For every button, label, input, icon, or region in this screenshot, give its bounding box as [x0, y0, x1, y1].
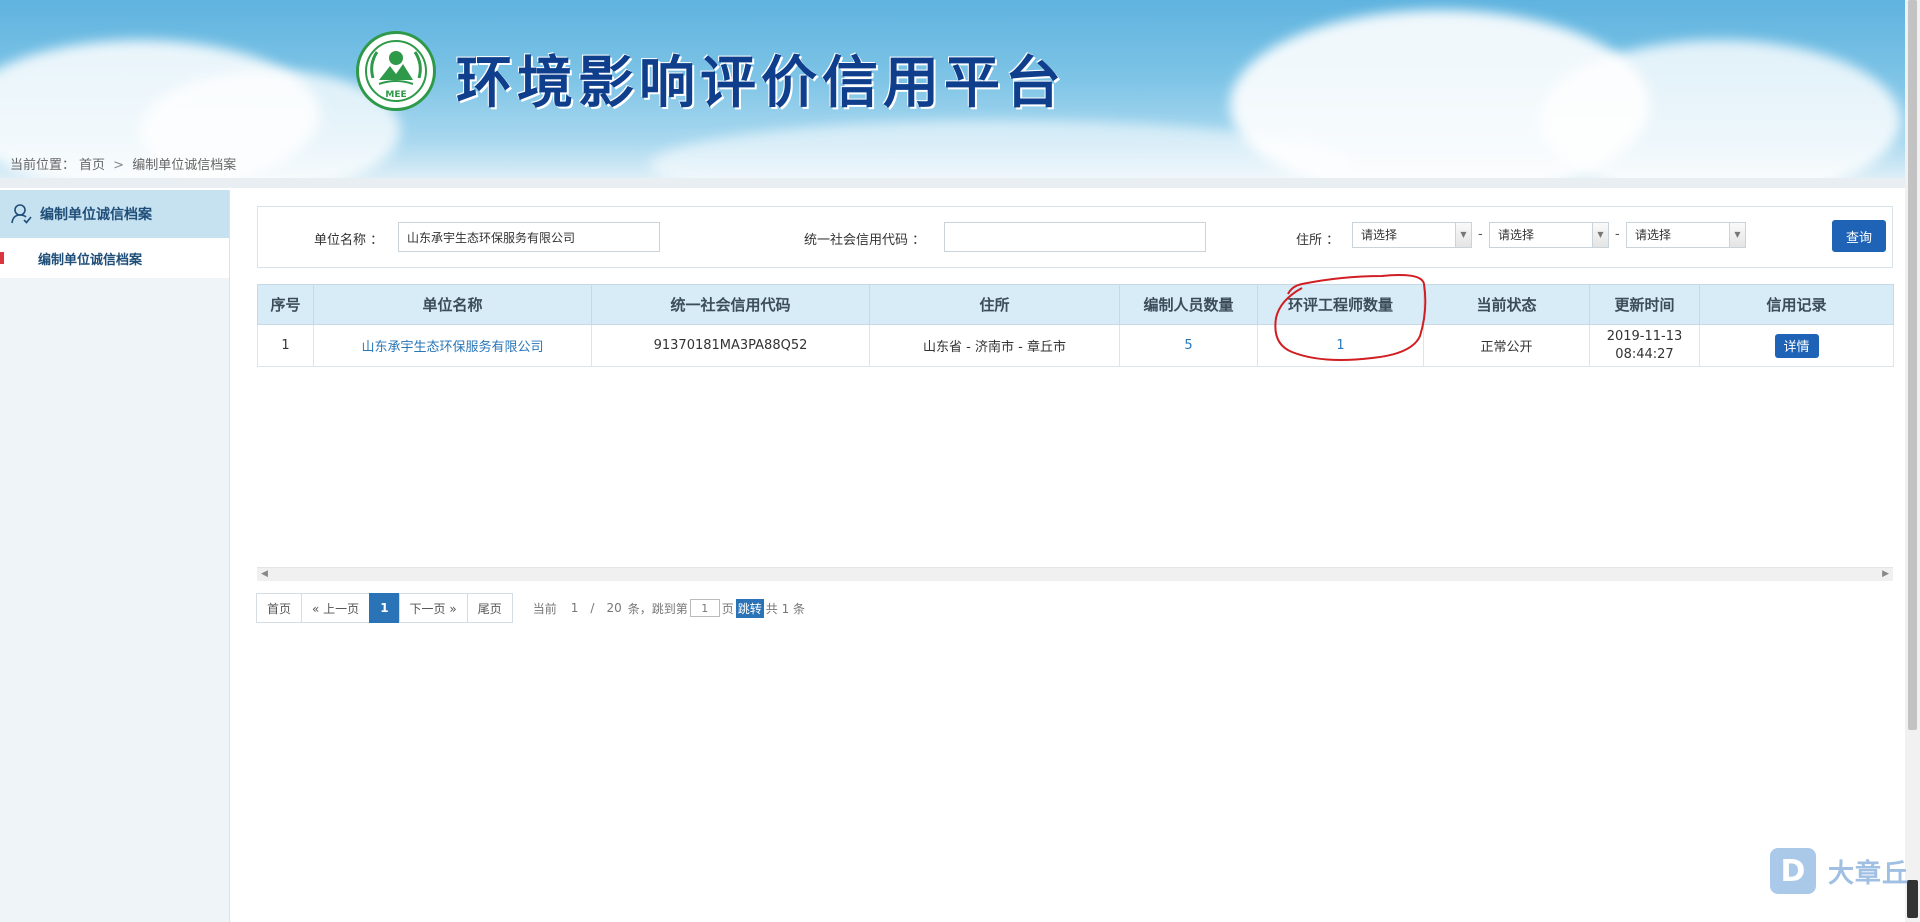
column-header-staff-count: 编制人员数量	[1119, 284, 1258, 325]
sidebar-item-label: 编制单位诚信档案	[38, 252, 143, 268]
vertical-scrollbar[interactable]	[1905, 0, 1920, 922]
page-unit: 页	[721, 601, 734, 616]
watermark-logo-icon: D	[1770, 848, 1816, 894]
results-table: 序号 单位名称 统一社会信用代码 住所 编制人员数量 环评工程师数量 当前状态 …	[257, 284, 1894, 367]
next-page-button[interactable]: 下一页 »	[398, 593, 468, 623]
watermark: D 大章丘	[1770, 848, 1909, 894]
last-page-button[interactable]: 尾页	[466, 593, 513, 623]
prev-page-button[interactable]: « 上一页	[301, 593, 371, 623]
district-select-value: 请选择	[1635, 228, 1672, 242]
province-select[interactable]: 请选择 ▼	[1352, 222, 1472, 248]
pagination-info: 当前 1 / 20 条，跳到第 页 跳转 共 1 条	[532, 598, 806, 618]
city-select[interactable]: 请选择 ▼	[1489, 222, 1609, 248]
page-number-button[interactable]: 1	[369, 593, 400, 623]
province-select-value: 请选择	[1361, 228, 1398, 242]
svg-text:MEE: MEE	[385, 90, 406, 100]
city-select-value: 请选择	[1498, 228, 1535, 242]
scroll-left-arrow-icon[interactable]: ◀	[261, 569, 268, 579]
unit-name-label: 单位名称 ：	[314, 233, 384, 248]
column-header-update-time: 更新时间	[1589, 284, 1700, 325]
current-label: 当前	[532, 601, 557, 616]
user-icon	[11, 204, 32, 224]
chevron-down-icon: ▼	[1592, 223, 1608, 247]
update-date: 2019-11-13	[1606, 328, 1683, 344]
page-size-value: 20	[606, 601, 622, 615]
column-header-index: 序号	[257, 284, 314, 325]
mee-logo: MEE	[356, 31, 436, 111]
breadcrumb: 当前位置： 首页 > 编制单位诚信档案	[10, 154, 240, 173]
sidebar: 编制单位诚信档案 编制单位诚信档案	[0, 190, 230, 922]
cell-index: 1	[257, 324, 314, 367]
jump-text: 条，跳到第	[627, 601, 688, 616]
chevron-down-icon: ▼	[1729, 223, 1745, 247]
address-dash: -	[1478, 227, 1483, 242]
total-count: 共 1 条	[765, 601, 806, 616]
search-form: 单位名称 ： 统一社会信用代码 ： 住所 ： 请选择 ▼ - 请选择 ▼ - 请…	[257, 206, 1893, 268]
district-select[interactable]: 请选择 ▼	[1626, 222, 1746, 248]
cell-unit-name-link[interactable]: 山东承宇生态环保服务有限公司	[313, 324, 592, 367]
sidebar-item-unit-archive[interactable]: 编制单位诚信档案	[0, 238, 229, 278]
cell-address: 山东省 - 济南市 - 章丘市	[869, 324, 1120, 367]
breadcrumb-home-link[interactable]: 首页	[79, 158, 105, 173]
watermark-text: 大章丘	[1828, 858, 1910, 889]
scroll-right-arrow-icon[interactable]: ▶	[1882, 569, 1889, 579]
address-dash: -	[1615, 227, 1620, 242]
table-row: 1 山东承宇生态环保服务有限公司 91370181MA3PA88Q52 山东省 …	[257, 324, 1894, 367]
horizontal-scrollbar[interactable]: ◀ ▶	[257, 567, 1893, 581]
credit-code-input[interactable]	[944, 222, 1206, 252]
breadcrumb-current: 编制单位诚信档案	[132, 158, 237, 173]
scrollbar-thumb[interactable]	[1908, 0, 1917, 730]
column-header-unit-name: 单位名称	[313, 284, 592, 325]
table-header-row: 序号 单位名称 统一社会信用代码 住所 编制人员数量 环评工程师数量 当前状态 …	[257, 284, 1894, 325]
main-panel: 单位名称 ： 统一社会信用代码 ： 住所 ： 请选择 ▼ - 请选择 ▼ - 请…	[247, 190, 1907, 922]
chevron-down-icon: ▼	[1455, 223, 1471, 247]
update-clock: 08:44:27	[1615, 346, 1674, 362]
mee-emblem-icon: MEE	[365, 40, 427, 102]
cell-staff-count-link[interactable]: 5	[1119, 324, 1258, 367]
header-banner: MEE 环境影响评价信用平台 当前位置： 首页 > 编制单位诚信档案	[0, 0, 1920, 188]
pagination: 首页 « 上一页 1 下一页 » 尾页 当前 1 / 20 条，跳到第 页 跳转…	[256, 593, 806, 623]
column-header-credit-code: 统一社会信用代码	[591, 284, 870, 325]
detail-button[interactable]: 详情	[1774, 333, 1819, 358]
sidebar-heading-label: 编制单位诚信档案	[40, 207, 152, 223]
first-page-button[interactable]: 首页	[256, 593, 303, 623]
banner-bottom-strip	[0, 178, 1920, 188]
column-header-address: 住所	[869, 284, 1120, 325]
sidebar-heading[interactable]: 编制单位诚信档案	[0, 190, 229, 238]
column-header-credit-record: 信用记录	[1699, 284, 1894, 325]
query-button[interactable]: 查询	[1832, 220, 1886, 252]
cell-update-time: 2019-11-13 08:44:27	[1589, 324, 1700, 367]
cell-credit-code: 91370181MA3PA88Q52	[591, 324, 870, 367]
site-title: 环境影响评价信用平台	[456, 50, 1066, 116]
address-label: 住所 ：	[1296, 233, 1340, 248]
breadcrumb-separator: >	[113, 158, 125, 173]
cell-credit-record: 详情	[1699, 324, 1894, 367]
page-slash: /	[590, 601, 595, 615]
breadcrumb-prefix: 当前位置：	[10, 158, 76, 173]
jump-page-input[interactable]	[689, 599, 720, 617]
credit-code-label: 统一社会信用代码 ：	[804, 233, 926, 248]
unit-name-input[interactable]	[398, 222, 660, 252]
current-page-value: 1	[570, 601, 579, 615]
jump-button[interactable]: 跳转	[735, 598, 764, 618]
cloud-decoration	[1540, 40, 1900, 188]
annotation-circle	[1274, 274, 1427, 361]
